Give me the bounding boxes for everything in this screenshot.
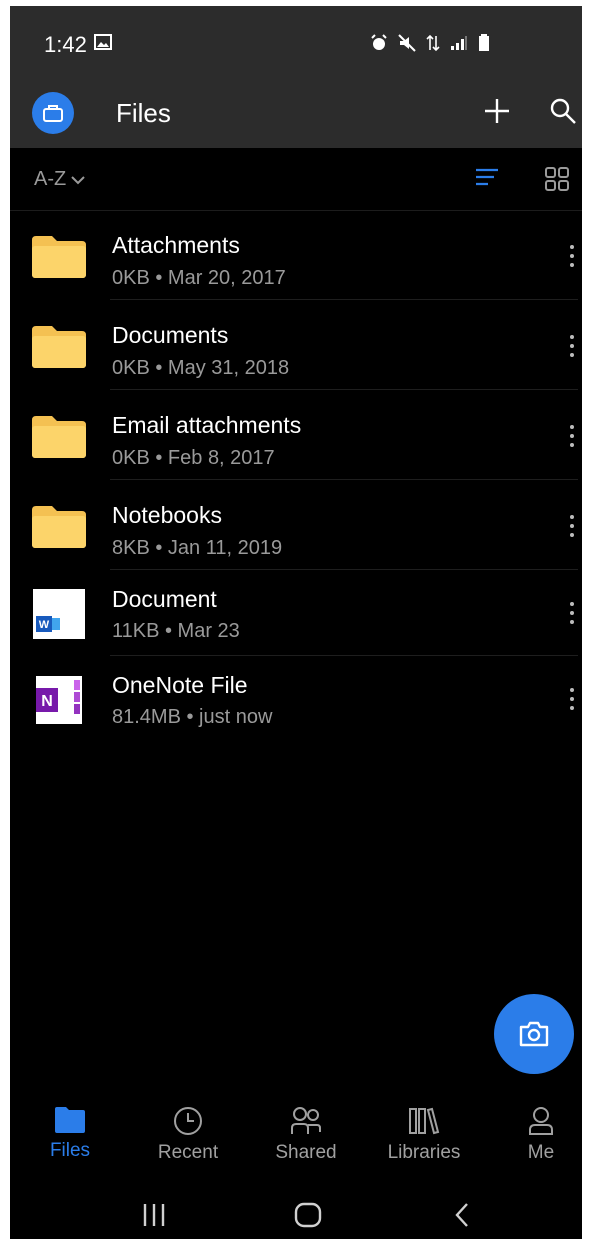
alarm-icon (370, 34, 388, 57)
status-bar: 1:42 (10, 6, 582, 86)
back-button[interactable] (452, 1202, 472, 1228)
file-meta: 11KB • Mar 23 (112, 620, 240, 642)
data-icon (426, 34, 440, 57)
add-button[interactable] (478, 90, 516, 132)
camera-scan-button[interactable] (494, 994, 574, 1074)
nav-label: Files (49, 1140, 91, 1161)
camera-icon (519, 1021, 549, 1047)
person-icon (529, 1107, 553, 1135)
file-row-notebooks[interactable]: Notebooks 8KB • Jan 11, 2019 (10, 480, 582, 570)
file-name: Attachments (112, 232, 240, 258)
file-meta: 0KB • Mar 20, 2017 (112, 267, 286, 289)
file-meta: 0KB • Feb 8, 2017 (112, 447, 275, 469)
chevron-down-icon (71, 175, 85, 184)
search-button[interactable] (544, 90, 582, 132)
folder-icon (32, 506, 86, 548)
nav-label: Shared (275, 1142, 337, 1163)
system-navigation-bar (10, 1180, 582, 1239)
view-toolbar: A-Z (10, 148, 582, 211)
file-meta: 8KB • Jan 11, 2019 (112, 537, 283, 559)
nav-shared[interactable]: Shared (251, 1106, 361, 1164)
more-options-button[interactable] (562, 515, 582, 537)
file-row-email-attachments[interactable]: Email attachments 0KB • Feb 8, 2017 (10, 390, 582, 480)
folder-icon (32, 326, 86, 368)
home-button[interactable] (294, 1202, 322, 1228)
nav-files[interactable]: Files (15, 1106, 125, 1162)
search-icon (550, 98, 576, 124)
gallery-notification-icon (94, 34, 112, 55)
folder-icon (55, 1107, 85, 1133)
svg-text:W: W (39, 619, 50, 631)
nav-me[interactable]: Me (486, 1106, 582, 1164)
file-list: Attachments 0KB • Mar 20, 2017 Documents… (10, 210, 582, 742)
briefcase-icon (43, 105, 63, 122)
sort-button[interactable]: A-Z (34, 168, 86, 191)
file-name: Notebooks (112, 502, 222, 528)
grid-view-icon (545, 167, 569, 191)
status-icons (370, 34, 490, 57)
folder-icon (32, 236, 86, 278)
svg-text:N: N (41, 693, 53, 710)
file-row-attachments[interactable]: Attachments 0KB • Mar 20, 2017 (10, 210, 582, 300)
file-name: OneNote File (112, 672, 248, 698)
plus-icon (485, 99, 509, 123)
folder-icon (32, 416, 86, 458)
nav-label: Recent (157, 1142, 219, 1163)
page-title: Files (116, 98, 171, 128)
recent-apps-button[interactable] (141, 1202, 167, 1228)
nav-label: Libraries (387, 1142, 461, 1163)
more-options-button[interactable] (562, 688, 582, 710)
app-bar: Files (10, 86, 582, 148)
file-meta: 81.4MB • just now (112, 706, 273, 728)
nav-libraries[interactable]: Libraries (369, 1106, 479, 1164)
sort-label: A-Z (34, 168, 67, 190)
people-icon (291, 1107, 321, 1134)
file-name: Document (112, 586, 217, 612)
nav-label: Me (527, 1142, 555, 1163)
status-time: 1:42 (44, 32, 87, 57)
grid-view-button[interactable] (544, 166, 570, 197)
mute-icon (398, 34, 416, 57)
list-view-button[interactable] (474, 166, 500, 195)
file-name: Documents (112, 322, 229, 348)
more-options-button[interactable] (562, 335, 582, 357)
signal-icon (450, 35, 468, 56)
bottom-navigation: Files Recent Shared Libraries Me (10, 1106, 582, 1176)
library-icon (409, 1107, 440, 1135)
onenote-icon: N (36, 676, 82, 724)
battery-icon (478, 34, 490, 57)
account-switcher-button[interactable] (32, 92, 74, 134)
nav-recent[interactable]: Recent (133, 1106, 243, 1164)
word-document-icon: W (33, 589, 85, 639)
list-view-icon (476, 168, 498, 186)
file-row-onenote-file[interactable]: N OneNote File 81.4MB • just now (10, 656, 582, 742)
phone-screen: 1:42 Files A-Z Attachments 0KB • Mar 20,… (10, 6, 582, 1239)
more-options-button[interactable] (562, 425, 582, 447)
clock-icon (174, 1107, 202, 1135)
more-options-button[interactable] (562, 245, 582, 267)
file-meta: 0KB • May 31, 2018 (112, 357, 290, 379)
file-row-documents[interactable]: Documents 0KB • May 31, 2018 (10, 300, 582, 390)
file-name: Email attachments (112, 412, 302, 438)
more-options-button[interactable] (562, 602, 582, 624)
file-row-document[interactable]: W Document 11KB • Mar 23 (10, 570, 582, 656)
